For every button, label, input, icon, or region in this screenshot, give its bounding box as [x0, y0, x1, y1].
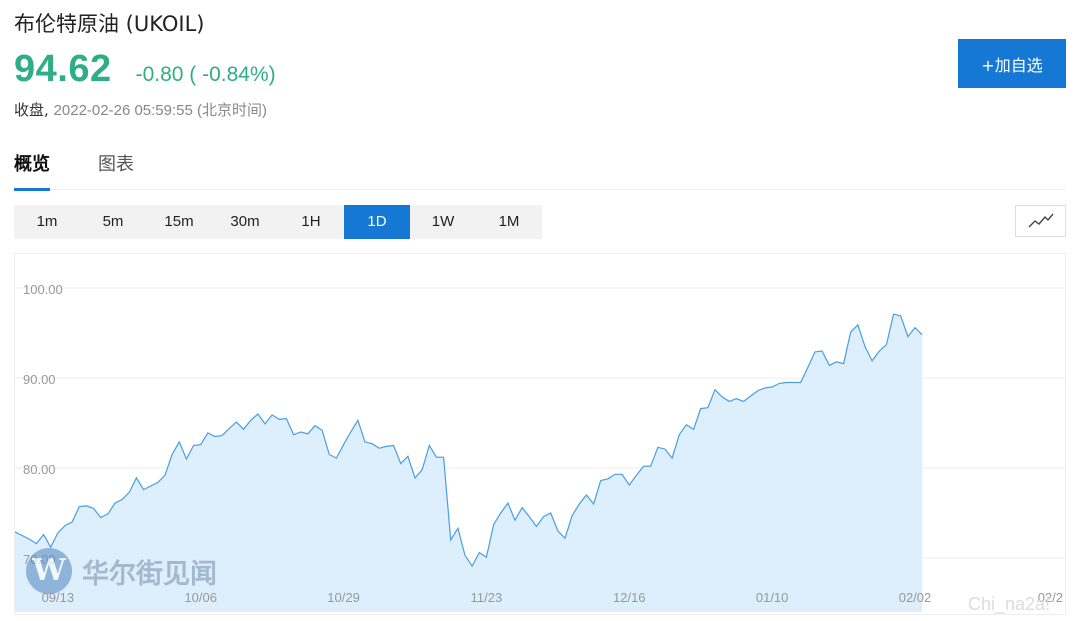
- x-tick-label: 10/29: [327, 590, 360, 605]
- period-30m[interactable]: 30m: [212, 205, 278, 239]
- period-1d[interactable]: 1D: [344, 205, 410, 239]
- tab-chart[interactable]: 图表: [98, 150, 134, 190]
- add-to-watchlist-button[interactable]: +加自选: [958, 39, 1066, 88]
- period-1m[interactable]: 1m: [14, 205, 80, 239]
- corner-watermark: Chi_na2a!: [968, 594, 1051, 614]
- last-price: 94.62: [14, 48, 112, 90]
- period-15m[interactable]: 15m: [146, 205, 212, 239]
- tab-overview[interactable]: 概览: [14, 150, 50, 191]
- close-label: 收盘,: [14, 101, 49, 119]
- period-1mo[interactable]: 1M: [476, 205, 542, 239]
- watermark-text: 华尔街见闻: [82, 558, 217, 590]
- x-tick-label: 12/16: [613, 590, 646, 605]
- line-chart-icon: [1028, 213, 1054, 228]
- tab-bar: 概览 图表: [14, 150, 1066, 191]
- y-tick-label: 100.00: [23, 282, 63, 297]
- watermark: W 华尔街见闻: [26, 548, 217, 594]
- instrument-title: 布伦特原油 (UKOIL): [14, 12, 205, 36]
- wallstreetcn-logo: W: [26, 548, 72, 594]
- market-status: 收盘, 2022-02-26 05:59:55 (北京时间): [14, 99, 267, 120]
- y-tick-label: 90.00: [23, 372, 56, 387]
- period-1w[interactable]: 1W: [410, 205, 476, 239]
- x-tick-label: 11/23: [471, 590, 503, 605]
- chart-type-button[interactable]: [1015, 205, 1066, 237]
- period-1h[interactable]: 1H: [278, 205, 344, 239]
- price-change: -0.80 ( -0.84%): [135, 63, 276, 86]
- close-timestamp: 2022-02-26 05:59:55 (北京时间): [53, 102, 268, 119]
- x-tick-label: 02/02: [899, 590, 932, 605]
- period-5m[interactable]: 5m: [80, 205, 146, 239]
- price-row: 94.62 -0.80 ( -0.84%): [14, 48, 276, 91]
- period-selector: 1m 5m 15m 30m 1H 1D 1W 1M: [14, 205, 542, 239]
- y-tick-label: 80.00: [23, 462, 56, 477]
- x-tick-label: 01/10: [756, 590, 789, 605]
